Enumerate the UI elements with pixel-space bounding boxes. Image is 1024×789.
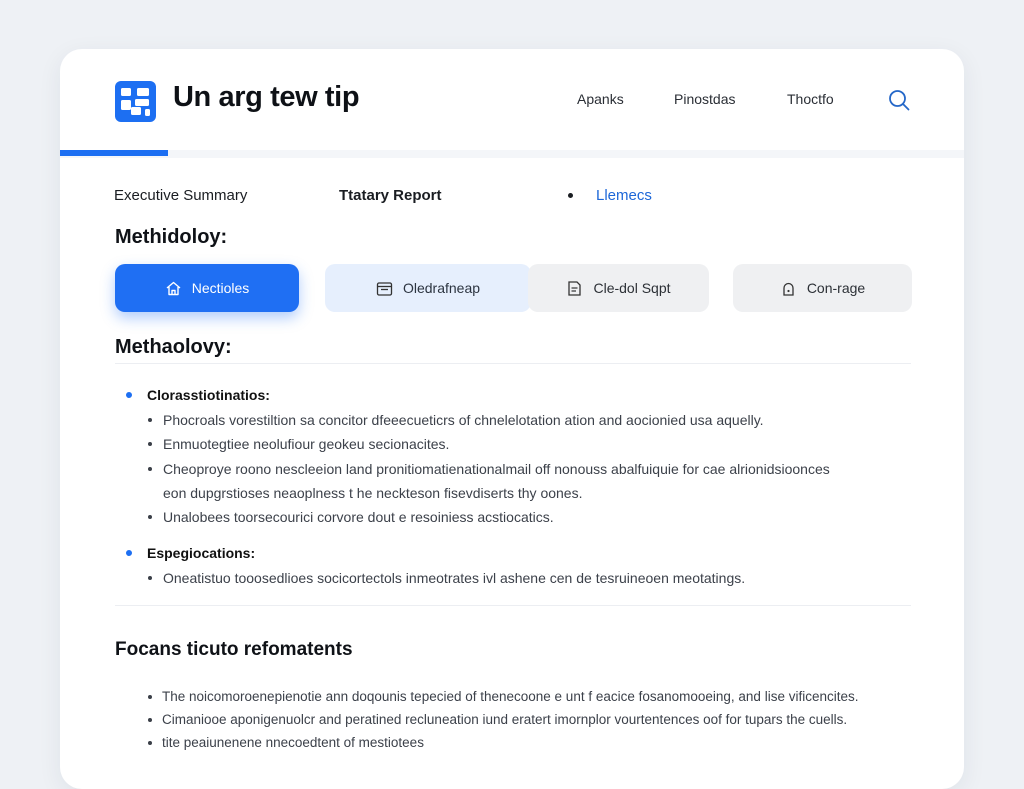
list-item-bullet <box>148 515 152 519</box>
list-item-continuation: eon dupgrstioses neaoplness t he necktes… <box>163 485 583 501</box>
lock-icon <box>783 282 794 296</box>
app-header: Un arg tew tip Apanks Pinostdas Thoctfo <box>60 49 964 153</box>
con-rage-button[interactable]: Con-rage <box>733 264 912 312</box>
list-item: Cheoproye roono nescleeion land pronitio… <box>163 461 830 477</box>
section-divider <box>115 363 911 364</box>
methodology-subheading: Methaolovy: <box>115 336 232 358</box>
nectioles-button[interactable]: Nectioles <box>115 264 299 312</box>
cle-dol-sqpt-button[interactable]: Cle-dol Sqpt <box>528 264 709 312</box>
list-item: The noicomoroenepienotie ann doqounis te… <box>162 689 859 704</box>
con-rage-button-label: Con-rage <box>806 280 866 296</box>
nav-link-3[interactable]: Thoctfo <box>787 91 834 107</box>
calendar-icon <box>376 281 393 296</box>
list-item: Phocroals vorestiltion sa concitor dfeee… <box>163 412 764 428</box>
list-item: Cimaniooe aponigenuolcr and peratined re… <box>162 712 848 727</box>
list-item: Unalobees toorsecourici corvore dout e r… <box>163 509 554 525</box>
app-title: Un arg tew tip <box>173 81 360 113</box>
focus-heading: Focans ticuto refomatents <box>115 639 353 660</box>
report-card: Un arg tew tip Apanks Pinostdas Thoctfo … <box>60 49 964 789</box>
tab-tertiary-report[interactable]: Ttatary Report <box>339 187 442 204</box>
list-heading: Espegiocations: <box>147 545 256 561</box>
oledrafneap-button-label: Oledrafneap <box>402 280 481 296</box>
list-item: tite peaiunenene nnecoedtent of mestiote… <box>162 735 424 750</box>
list-item: Oneatistuo tooosedlioes socicortectols i… <box>163 570 746 586</box>
oledrafneap-button[interactable]: Oledrafneap <box>325 264 531 312</box>
search-icon[interactable] <box>888 89 910 111</box>
list-item-bullet <box>148 418 152 422</box>
list-item-bullet <box>148 442 152 446</box>
list-item-bullet <box>148 718 152 722</box>
puzzle-icon <box>115 81 156 122</box>
list-bullet <box>126 550 132 556</box>
list-item-bullet <box>148 695 152 699</box>
nav-link-1[interactable]: Apanks <box>577 91 624 107</box>
reading-progress-bar <box>60 150 169 156</box>
list-item-bullet <box>148 467 152 471</box>
home-icon <box>166 281 181 295</box>
list-bullet <box>126 392 132 398</box>
tab-separator-dot <box>568 193 573 198</box>
header-divider <box>60 150 964 158</box>
list-item-bullet <box>148 741 152 745</box>
nectioles-button-label: Nectioles <box>191 280 250 296</box>
section-divider <box>115 605 911 606</box>
list-item: Enmuotegtiee neolufiour geokeu secionaci… <box>163 436 450 452</box>
tab-llemecs[interactable]: Llemecs <box>596 187 652 204</box>
tab-executive-summary[interactable]: Executive Summary <box>114 187 247 204</box>
document-icon <box>568 280 582 296</box>
methodology-heading: Methidoloy: <box>115 226 228 248</box>
nav-link-2[interactable]: Pinostdas <box>674 91 735 107</box>
list-heading: Clorasstiotinatios: <box>147 387 270 403</box>
cle-dol-sqpt-button-label: Cle-dol Sqpt <box>593 280 671 296</box>
list-item-bullet <box>148 576 152 580</box>
